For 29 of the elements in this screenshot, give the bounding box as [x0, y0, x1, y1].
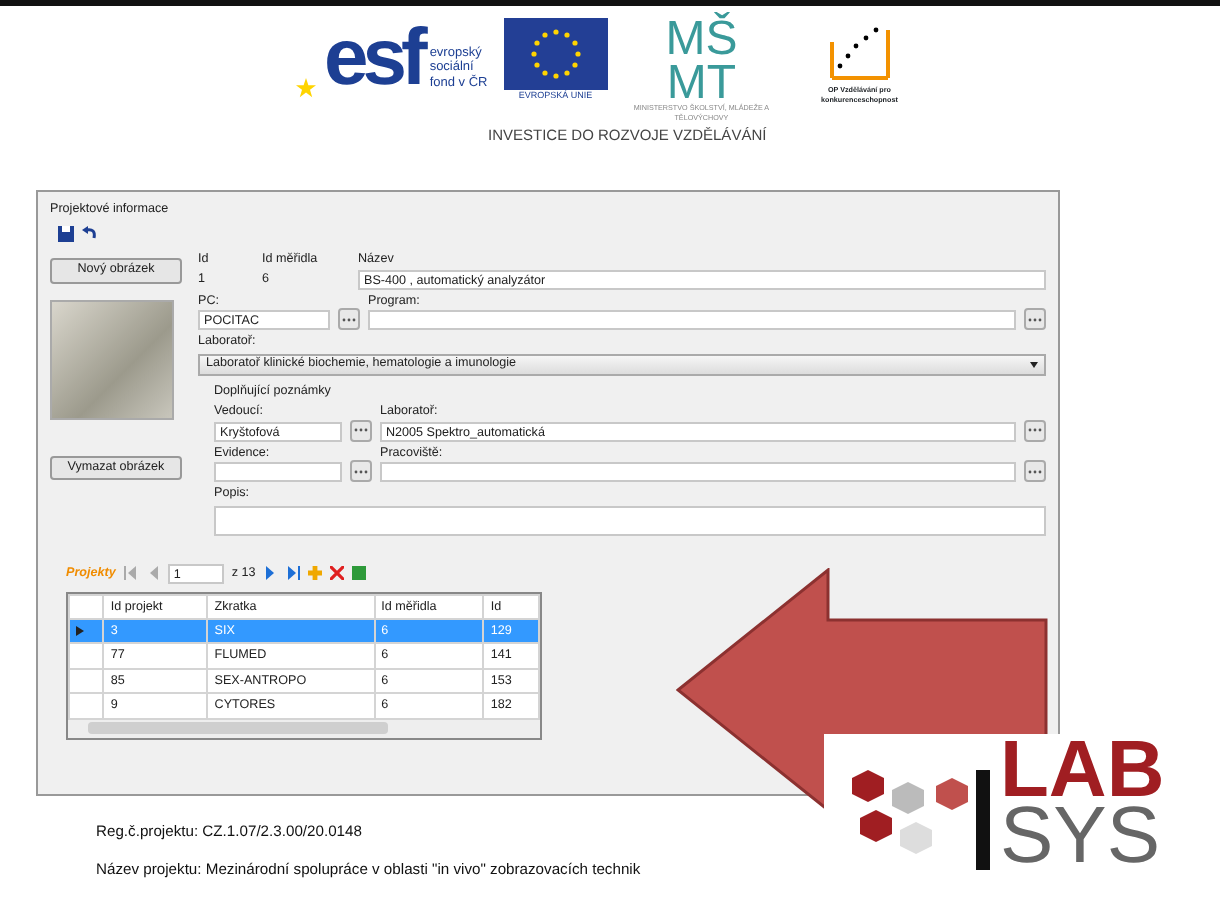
browse-button[interactable] — [1024, 419, 1046, 442]
row-pointer-icon — [76, 626, 84, 637]
browse-button[interactable] — [338, 308, 360, 331]
ellipsis-icon — [342, 317, 356, 322]
undo-icon[interactable] — [82, 226, 98, 243]
star-icon — [296, 78, 316, 98]
browse-button[interactable] — [1024, 460, 1046, 483]
last-icon[interactable] — [285, 566, 300, 580]
ellipsis-icon — [1028, 469, 1042, 474]
browse-button[interactable] — [350, 460, 372, 483]
input-field[interactable] — [380, 462, 1016, 483]
input-field[interactable] — [214, 462, 342, 483]
ellipsis-icon — [354, 469, 368, 474]
logo-letters: esf — [324, 18, 422, 98]
browse-button[interactable] — [1024, 308, 1046, 331]
flag-icon — [503, 18, 608, 90]
ellipsis-icon — [354, 428, 368, 433]
input-field[interactable] — [368, 310, 1016, 331]
browse-button[interactable] — [350, 419, 372, 442]
delete-icon[interactable] — [329, 566, 344, 580]
logo-text: LAB — [1000, 738, 1165, 802]
logo-text: SYS — [1000, 802, 1163, 870]
ellipsis-icon — [1028, 428, 1042, 433]
next-icon[interactable] — [263, 566, 278, 580]
photo-placeholder — [50, 299, 174, 420]
logo-letters: MT — [666, 61, 737, 105]
ellipsis-icon — [1028, 317, 1042, 322]
save-icon[interactable] — [58, 226, 74, 243]
dropdown-arrow-icon — [1030, 361, 1038, 368]
